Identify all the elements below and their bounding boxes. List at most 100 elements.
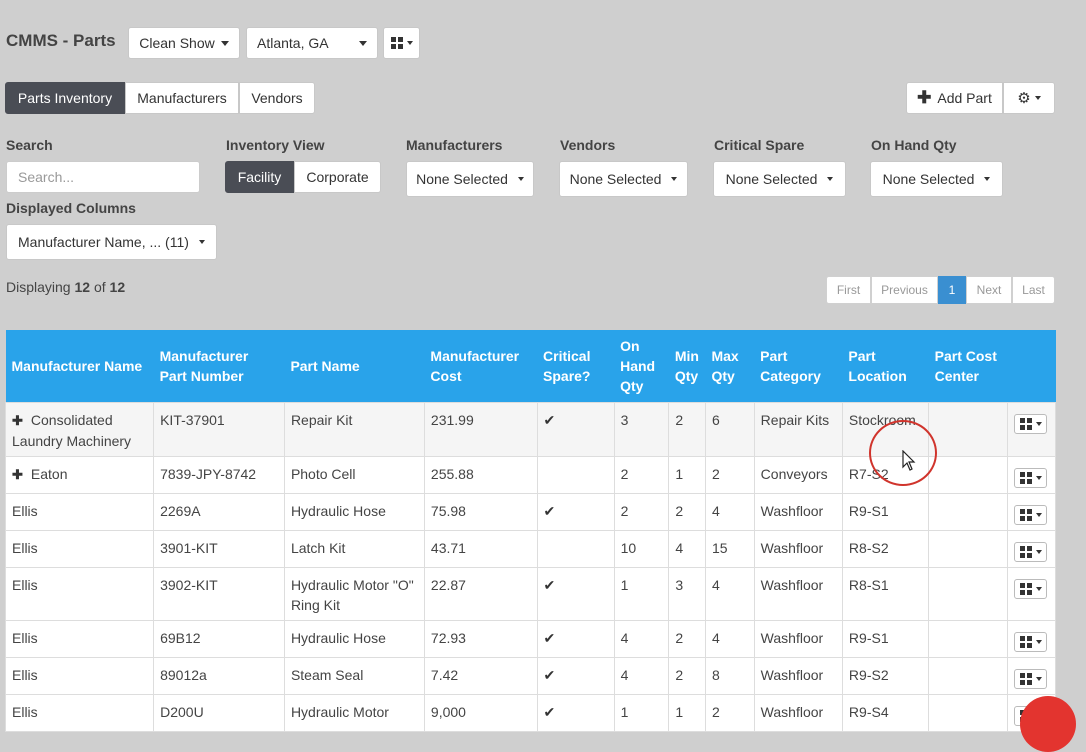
inventory-view-label: Inventory View [226, 137, 325, 153]
cell-part-location: R9-S4 [841, 694, 930, 732]
tab-parts-inventory[interactable]: Parts Inventory [5, 82, 125, 114]
table-row[interactable]: Ellis D200U Hydraulic Motor 9,000 ✔ 1 1 2 Washfl… [4, 694, 1056, 732]
pager-last[interactable]: Last [1012, 276, 1055, 304]
cell-max-qty: 4 [704, 567, 755, 621]
parts-table: Manufacturer Name Manufacturer Part Numb… [4, 330, 1056, 732]
column-header-manufacturer-cost[interactable]: Manufacturer Cost [424, 330, 538, 403]
plus-icon: ✚ [917, 88, 932, 107]
cell-on-hand-qty: 10 [613, 530, 670, 568]
display-count: Displaying 12 of 12 [6, 279, 125, 295]
cell-max-qty: 6 [704, 402, 755, 457]
cell-critical-spare: ✔ [536, 493, 615, 531]
critical-spare-filter-select[interactable]: None Selected [713, 161, 846, 197]
column-header-max-qty[interactable]: Max Qty [705, 330, 755, 403]
row-actions-button[interactable] [1014, 414, 1048, 434]
cell-on-hand-qty: 2 [613, 493, 670, 531]
on-hand-qty-filter-value: None Selected [882, 171, 975, 187]
column-header-part-location[interactable]: Part Location [842, 330, 929, 403]
column-header-manufacturer-name[interactable]: Manufacturer Name [5, 330, 154, 403]
cell-part-cost-center [928, 567, 1009, 621]
chevron-down-icon [359, 40, 367, 46]
display-of: of [93, 279, 106, 295]
manufacturers-filter-select[interactable]: None Selected [406, 161, 534, 197]
cell-actions [1007, 456, 1056, 494]
cell-manufacturer-cost: 231.99 [423, 402, 538, 457]
row-actions-button[interactable] [1014, 542, 1048, 562]
cell-critical-spare: ✔ [536, 694, 615, 732]
cell-manufacturer-cost: 7.42 [423, 657, 538, 695]
cell-manufacturer-name: Ellis [4, 657, 155, 695]
row-actions-button[interactable] [1014, 632, 1048, 652]
cell-manufacturer-cost: 9,000 [423, 694, 538, 732]
add-part-button[interactable]: ✚ Add Part [906, 82, 1003, 114]
cell-actions [1007, 567, 1056, 621]
display-shown: 12 [74, 279, 91, 295]
displayed-columns-select[interactable]: Manufacturer Name, ... (11) [6, 224, 217, 260]
gear-icon: ⚙ [1017, 90, 1031, 107]
row-actions-button[interactable] [1014, 505, 1048, 525]
column-header-critical-spare[interactable]: Critical Spare? [537, 330, 615, 403]
column-header-min-qty[interactable]: Min Qty [668, 330, 706, 403]
cell-critical-spare: ✔ [536, 402, 615, 457]
cell-part-number: 3902-KIT [153, 567, 285, 621]
table-row[interactable]: Ellis 3901-KIT Latch Kit 43.71 10 4 15 Washfloo… [4, 530, 1056, 568]
layout-grid-button[interactable] [383, 27, 420, 59]
cell-part-cost-center [928, 530, 1009, 568]
cell-part-category: Repair Kits [753, 402, 843, 457]
on-hand-qty-filter-select[interactable]: None Selected [870, 161, 1003, 197]
cell-part-name: Steam Seal [283, 657, 425, 695]
cell-part-number: KIT-37901 [153, 402, 285, 457]
cell-manufacturer-name: Ellis [4, 530, 155, 568]
pager-next[interactable]: Next [966, 276, 1012, 304]
location-dropdown[interactable]: Atlanta, GA [246, 27, 378, 59]
column-header-part-name[interactable]: Part Name [284, 330, 425, 403]
column-header-on-hand-qty[interactable]: On Hand Qty [614, 330, 669, 403]
chevron-down-icon [1035, 422, 1042, 426]
tab-vendors[interactable]: Vendors [239, 82, 315, 114]
settings-button[interactable]: ⚙ [1003, 82, 1055, 114]
search-input[interactable] [6, 161, 200, 193]
expand-plus-icon[interactable]: ✚ [12, 413, 23, 428]
show-dropdown[interactable]: Clean Show [128, 27, 240, 59]
cell-part-location: R9-S2 [841, 657, 930, 695]
cell-max-qty: 4 [704, 620, 755, 658]
grid-icon [1019, 636, 1032, 648]
cell-on-hand-qty: 4 [613, 620, 670, 658]
pager-page-1[interactable]: 1 [938, 276, 966, 304]
location-dropdown-label: Atlanta, GA [257, 35, 329, 51]
grid-icon [1019, 509, 1032, 521]
column-header-actions [1007, 330, 1056, 403]
manufacturers-filter-value: None Selected [416, 171, 508, 187]
row-actions-button[interactable] [1014, 669, 1048, 689]
column-header-part-category[interactable]: Part Category [754, 330, 843, 403]
cell-min-qty: 4 [668, 530, 706, 568]
table-row[interactable]: Ellis 2269A Hydraulic Hose 75.98 ✔ 2 2 4 Washflo… [4, 493, 1056, 531]
table-row[interactable]: Ellis 89012a Steam Seal 7.42 ✔ 4 2 8 Washfloor R9… [4, 657, 1056, 695]
column-header-part-cost-center[interactable]: Part Cost Center [928, 330, 1008, 403]
cell-part-location: R9-S1 [841, 493, 930, 531]
tab-manufacturers[interactable]: Manufacturers [125, 82, 239, 114]
cell-on-hand-qty: 2 [613, 456, 670, 494]
corporate-toggle[interactable]: Corporate [294, 161, 381, 193]
cell-part-cost-center [928, 657, 1009, 695]
expand-plus-icon[interactable]: ✚ [12, 467, 23, 482]
chevron-down-icon [406, 41, 413, 45]
pager-previous[interactable]: Previous [871, 276, 938, 304]
displayed-columns-value: Manufacturer Name, ... (11) [18, 234, 189, 250]
row-actions-button[interactable] [1014, 468, 1048, 488]
cell-manufacturer-cost: 22.87 [423, 567, 538, 621]
pager-first[interactable]: First [826, 276, 871, 304]
facility-toggle[interactable]: Facility [225, 161, 294, 193]
cell-part-category: Washfloor [753, 694, 843, 732]
cell-part-name: Hydraulic Motor "O" Ring Kit [283, 567, 425, 621]
chat-widget-button[interactable] [1020, 696, 1076, 752]
row-actions-button[interactable] [1014, 579, 1048, 599]
column-header-manufacturer-part-number[interactable]: Manufacturer Part Number [153, 330, 285, 403]
cell-critical-spare [536, 456, 615, 494]
chevron-down-icon [1035, 550, 1042, 554]
grid-icon [1019, 546, 1032, 558]
vendors-filter-select[interactable]: None Selected [559, 161, 688, 197]
chevron-down-icon [827, 177, 834, 181]
table-row[interactable]: Ellis 69B12 Hydraulic Hose 72.93 ✔ 4 2 4 Washflo… [4, 620, 1056, 658]
table-row[interactable]: Ellis 3902-KIT Hydraulic Motor "O" Ring Ki… [4, 567, 1056, 621]
